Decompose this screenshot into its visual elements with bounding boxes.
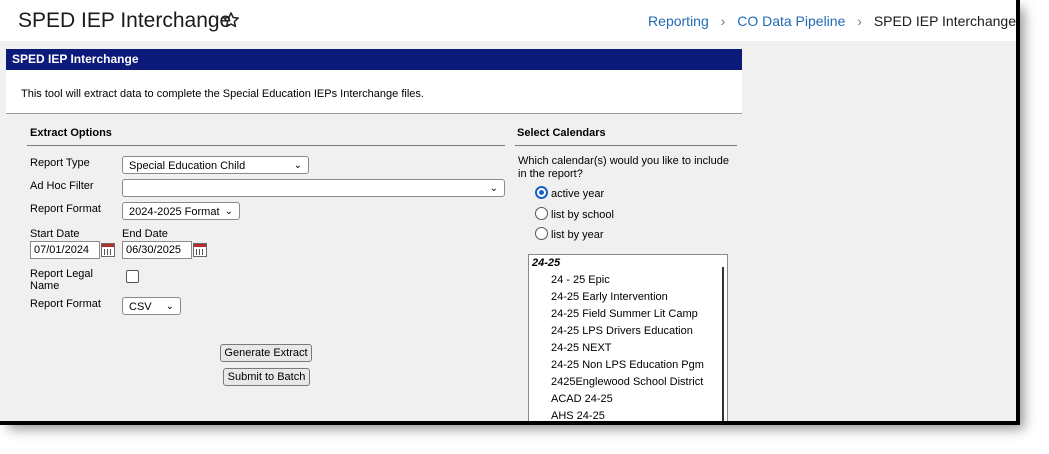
select-calendars-divider	[515, 145, 737, 146]
calendar-option[interactable]: 24-25 Early Intervention	[529, 289, 727, 306]
listbox-scrollbar[interactable]	[722, 267, 724, 421]
breadcrumb-current: SPED IEP Interchange	[873, 13, 1016, 29]
chevron-right-icon: ›	[720, 13, 726, 29]
calendar-option[interactable]: 24-25 Non LPS Education Pgm	[529, 357, 727, 374]
submit-to-batch-button[interactable]: Submit to Batch	[223, 368, 310, 386]
adhoc-filter-select[interactable]: ⌄	[122, 179, 505, 197]
page-header: SPED IEP Interchange Reporting › CO Data…	[0, 0, 1016, 41]
chevron-down-icon: ⌄	[224, 206, 233, 217]
start-date-label: Start Date	[30, 228, 80, 240]
extract-options-divider	[27, 145, 505, 146]
panel-description: This tool will extract data to complete …	[21, 88, 424, 100]
end-date-label: End Date	[122, 228, 168, 240]
file-format-value: CSV	[129, 301, 152, 313]
calendar-icon[interactable]	[101, 243, 115, 257]
info-panel: SPED IEP Interchange This tool will extr…	[6, 49, 742, 114]
calendar-option[interactable]: 2425Englewood School District	[529, 374, 727, 391]
app-window: SPED IEP Interchange Reporting › CO Data…	[0, 0, 1020, 425]
breadcrumb: Reporting › CO Data Pipeline › SPED IEP …	[648, 13, 1016, 29]
select-calendars-heading: Select Calendars	[517, 127, 606, 139]
report-format-label: Report Format	[30, 203, 101, 215]
start-date-input[interactable]: 07/01/2024	[30, 241, 100, 259]
report-format-select[interactable]: 2024-2025 Format ⌄	[122, 202, 240, 220]
radio-list-by-school[interactable]	[535, 207, 548, 220]
panel-heading: SPED IEP Interchange	[6, 49, 742, 70]
file-format-select[interactable]: CSV ⌄	[122, 297, 181, 315]
adhoc-filter-label: Ad Hoc Filter	[30, 180, 94, 192]
radio-active-year-label: active year	[551, 188, 605, 200]
calendar-option[interactable]: 24-25 LPS Drivers Education	[529, 323, 727, 340]
radio-list-by-year-label: list by year	[551, 229, 604, 241]
report-format-value: 2024-2025 Format	[129, 206, 220, 218]
calendar-group-label: 24-25	[532, 257, 561, 269]
chevron-down-icon: ⌄	[293, 160, 302, 171]
radio-active-year[interactable]	[535, 186, 548, 199]
report-legal-name-label-line1: Report Legal	[30, 268, 93, 280]
generate-extract-button[interactable]: Generate Extract	[220, 344, 312, 362]
calendar-option[interactable]: 24 - 25 Epic	[529, 272, 727, 289]
chevron-down-icon: ⌄	[165, 301, 174, 312]
chevron-down-icon: ⌄	[489, 183, 498, 194]
star-icon[interactable]	[221, 10, 241, 30]
breadcrumb-reporting[interactable]: Reporting	[648, 13, 709, 29]
file-format-label: Report Format	[30, 298, 101, 310]
report-type-select[interactable]: Special Education Child ⌄	[122, 156, 309, 174]
calendar-option[interactable]: 24-25 NEXT	[529, 340, 727, 357]
radio-list-by-year[interactable]	[535, 227, 548, 240]
breadcrumb-co-data-pipeline[interactable]: CO Data Pipeline	[737, 13, 845, 29]
page-title: SPED IEP Interchange	[18, 9, 232, 32]
calendar-option[interactable]: ACAD 24-25	[529, 391, 727, 408]
report-type-value: Special Education Child	[129, 160, 246, 172]
report-legal-name-checkbox[interactable]	[126, 270, 139, 283]
calendar-option[interactable]: 24-25 Field Summer Lit Camp	[529, 306, 727, 323]
radio-list-by-school-label: list by school	[551, 209, 614, 221]
calendar-listbox[interactable]: 24-25 24 - 25 Epic 24-25 Early Intervent…	[528, 254, 728, 421]
calendar-question-line1: Which calendar(s) would you like to incl…	[518, 155, 729, 167]
report-legal-name-label: Report Legal Name	[30, 268, 93, 292]
report-legal-name-label-line2: Name	[30, 280, 60, 292]
extract-options-heading: Extract Options	[30, 127, 112, 139]
calendar-question-line2: in the report?	[518, 168, 583, 180]
calendar-option[interactable]: AHS 24-25	[529, 408, 727, 421]
calendar-icon[interactable]	[193, 243, 207, 257]
report-type-label: Report Type	[30, 157, 90, 169]
calendar-question: Which calendar(s) would you like to incl…	[518, 155, 729, 181]
chevron-right-icon: ›	[857, 13, 862, 29]
end-date-input[interactable]: 06/30/2025	[122, 241, 192, 259]
